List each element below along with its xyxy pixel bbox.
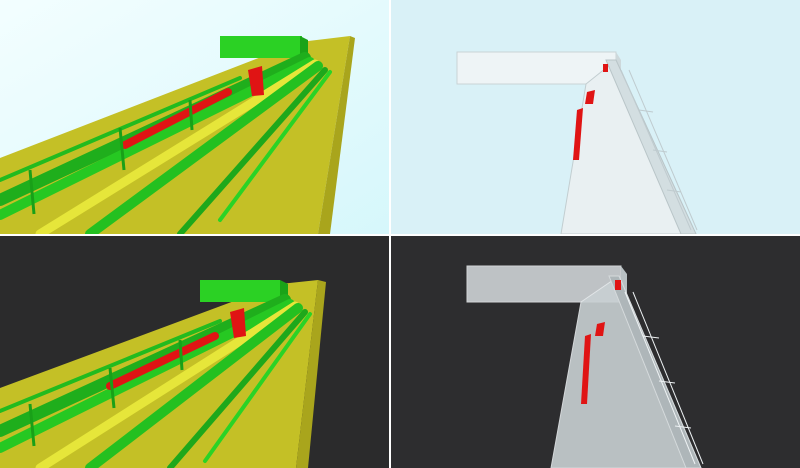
transparent-pipe-rack-render [391, 0, 800, 234]
transparent-pipe-rack-render-dark [391, 236, 800, 468]
colored-view-dark-background [0, 236, 389, 468]
transparent-view-light-background [391, 0, 800, 234]
render-comparison-grid [0, 0, 800, 468]
colored-pipe-rack-render-dark [0, 236, 389, 468]
horizontal-divider [0, 234, 800, 236]
transparent-view-dark-background [391, 236, 800, 468]
colored-view-light-background [0, 0, 389, 234]
colored-pipe-rack-render [0, 0, 389, 234]
